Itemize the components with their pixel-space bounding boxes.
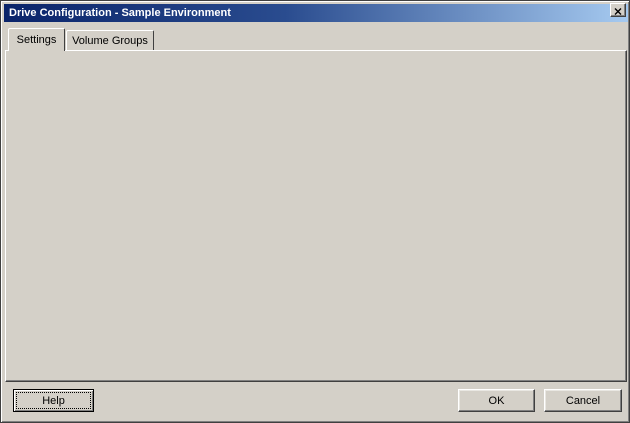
tab-volume-groups[interactable]: Volume Groups bbox=[66, 30, 154, 50]
close-icon bbox=[614, 3, 622, 18]
tab-volume-groups-label: Volume Groups bbox=[72, 35, 148, 47]
help-button[interactable]: Help bbox=[13, 389, 94, 412]
drive-configuration-dialog: Drive Configuration - Sample Environment… bbox=[0, 0, 630, 423]
close-button[interactable] bbox=[610, 3, 626, 17]
tab-settings-label: Settings bbox=[17, 34, 57, 46]
tab-settings[interactable]: Settings bbox=[8, 28, 65, 51]
window-title: Drive Configuration - Sample Environment bbox=[4, 7, 231, 19]
ok-button[interactable]: OK bbox=[458, 389, 535, 412]
title-bar[interactable]: Drive Configuration - Sample Environment bbox=[4, 4, 628, 22]
settings-tab-panel bbox=[5, 50, 627, 382]
cancel-button[interactable]: Cancel bbox=[544, 389, 622, 412]
